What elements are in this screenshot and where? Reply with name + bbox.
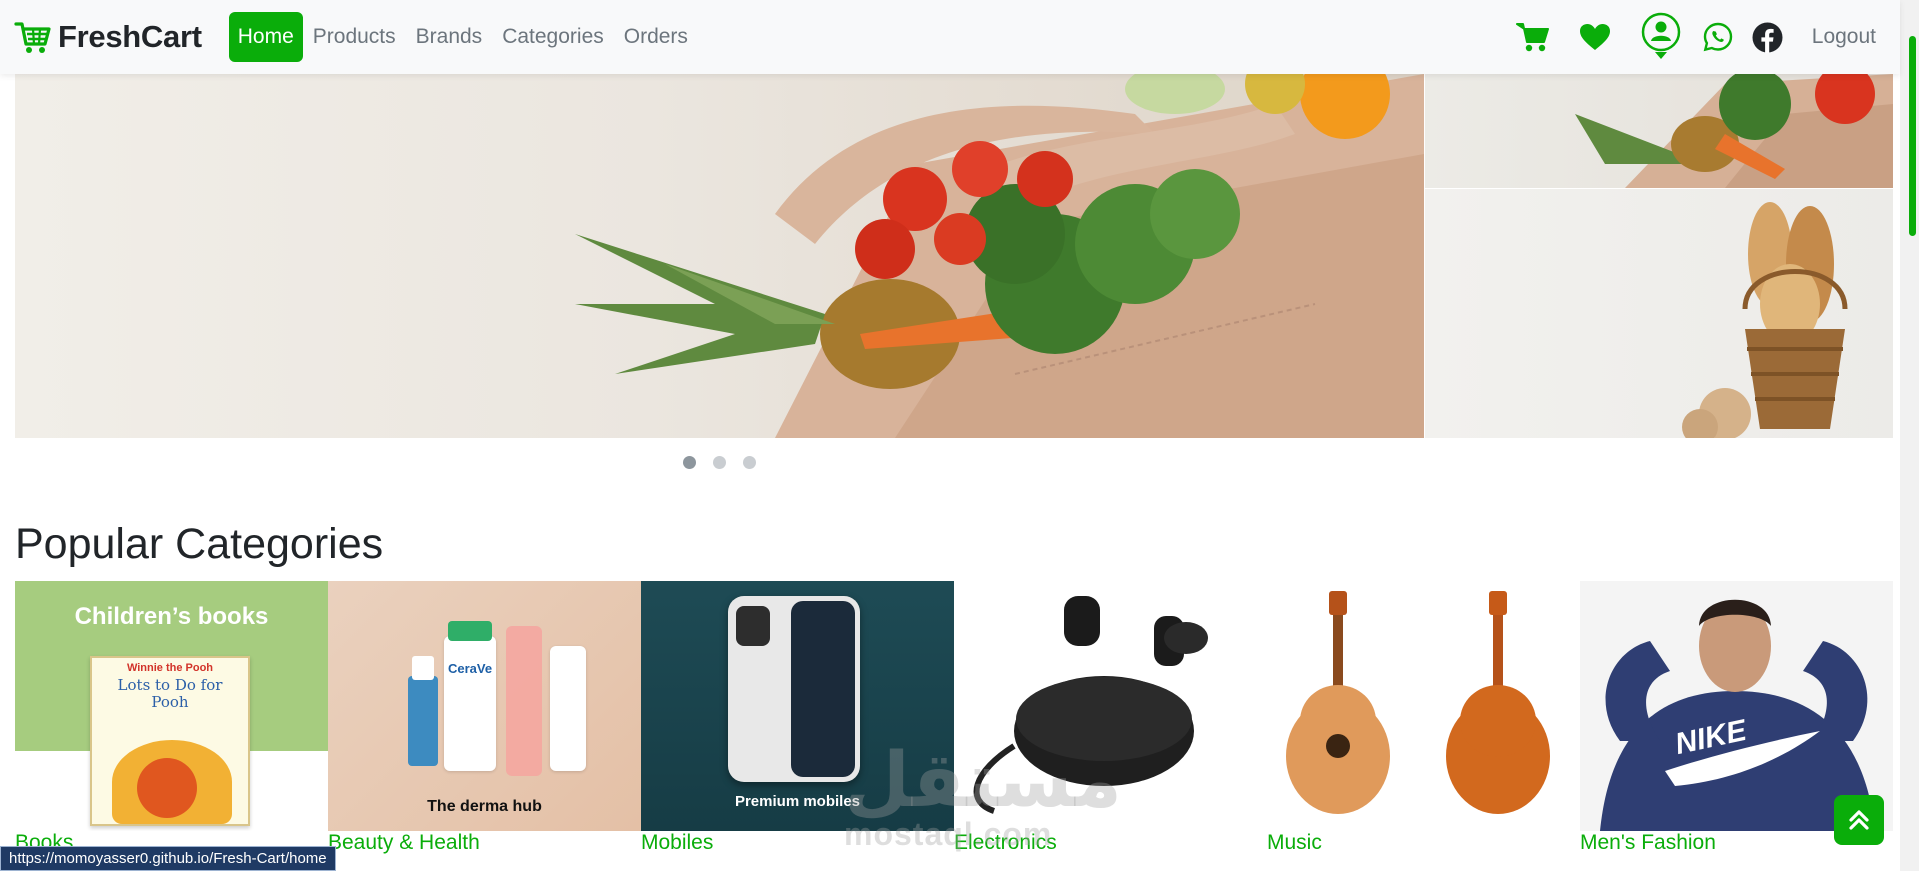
category-name[interactable]: Beauty & Health [328,831,480,855]
category-image-books: Children’s books Winnie the Pooh Lots to… [15,581,328,831]
nav-link-orders[interactable]: Orders [614,12,698,62]
double-chevron-up-icon [1849,810,1869,830]
slider-indicators [683,456,773,469]
watermark-latin: mostaql.com [844,816,1053,852]
cart-logo-icon [14,18,52,56]
category-image-caption: The derma hub [427,798,542,815]
guitars-illustration [1286,591,1550,814]
category-image-mens-fashion: NIKE [1580,581,1893,831]
hoodie-model-illustration [1600,599,1875,831]
category-card-music[interactable]: Music [1267,581,1580,871]
nav-link-products[interactable]: Products [303,12,406,62]
facebook-icon[interactable] [1752,21,1784,53]
watermark-arabic: مستقل [844,738,1122,823]
category-image-beauty: CeraVe The derma hub [328,581,641,831]
category-card-books[interactable]: Children’s books Winnie the Pooh Lots to… [15,581,328,871]
main-slider-image[interactable] [15,74,1424,438]
brand-logo[interactable]: FreshCart [14,18,202,56]
brand-name: FreshCart [58,19,202,54]
whatsapp-icon[interactable] [1702,21,1734,53]
category-name[interactable]: Men's Fashion [1580,831,1716,855]
heart-icon[interactable] [1578,20,1612,54]
navbar: FreshCart Home Products Brands Categorie… [0,0,1900,74]
nav-link-categories[interactable]: Categories [492,12,614,62]
grocery-bag-illustration [575,74,1424,438]
scrollbar-thumb[interactable] [1909,36,1916,236]
category-image-caption: Children’s books [74,603,269,630]
slider-dot-3[interactable] [743,456,756,469]
category-name[interactable]: Music [1267,831,1322,855]
category-card-beauty-health[interactable]: CeraVe The derma hub Beauty & Health [328,581,641,871]
slider-dot-1[interactable] [683,456,696,469]
category-name[interactable]: Mobiles [641,831,713,855]
back-to-top-button[interactable] [1834,795,1884,845]
user-icon[interactable] [1640,12,1682,62]
side-banner-top[interactable] [1425,74,1893,188]
bread-basket-thumbnail [1682,202,1848,438]
nav-actions: Logout [1515,12,1876,62]
category-image-music [1267,581,1580,831]
section-title: Popular Categories [15,520,384,568]
logout-link[interactable]: Logout [1812,25,1876,49]
cart-icon[interactable] [1515,20,1550,54]
slider-dot-2[interactable] [713,456,726,469]
book-cover: Winnie the Pooh Lots to Do for Pooh [90,656,250,826]
veggie-bag-thumbnail [1575,74,1893,188]
nav-links: Home Products Brands Categories Orders [228,12,698,62]
side-banner-bottom[interactable] [1425,189,1893,438]
browser-status-url: https://momoyasser0.github.io/Fresh-Cart… [0,846,336,871]
nav-link-brands[interactable]: Brands [406,12,493,62]
nav-link-home[interactable]: Home [228,12,303,62]
